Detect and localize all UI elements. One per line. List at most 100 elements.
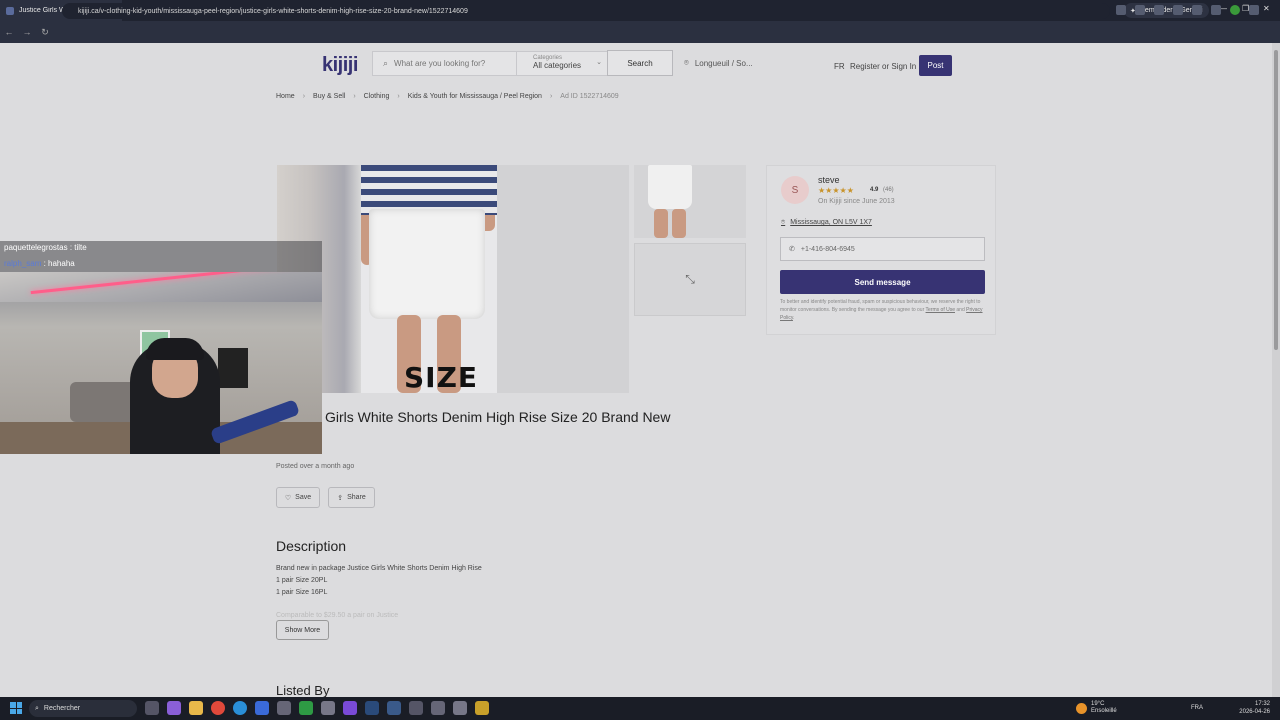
- avatar[interactable]: S: [781, 176, 809, 204]
- heart-icon: ♡: [284, 494, 292, 502]
- main-listing-image[interactable]: SIZE 20PL: [277, 165, 629, 393]
- url-text: kijiji.ca/v-clothing-kid-youth/mississau…: [78, 7, 468, 15]
- rating-value: 4.9: [870, 187, 879, 193]
- seller-location[interactable]: ⌾ Mississauga, ON L5V 1X7: [781, 219, 872, 227]
- weather-desc: Ensoleillé: [1091, 708, 1117, 714]
- app-icon[interactable]: [453, 701, 467, 715]
- file-explorer-icon[interactable]: [189, 701, 203, 715]
- breadcrumb-home[interactable]: Home: [276, 93, 295, 100]
- puzzle-icon[interactable]: [1192, 5, 1202, 15]
- location-selector[interactable]: ⌾ Longueuil / So...: [684, 58, 753, 68]
- chat-text: : tilte: [67, 243, 87, 252]
- clock-date: 2026-04-26: [1239, 709, 1270, 715]
- search-icon: ⌕: [35, 704, 39, 712]
- extension-icon[interactable]: [1173, 5, 1183, 15]
- windows-start-icon[interactable]: [10, 702, 22, 714]
- language-toggle[interactable]: FR: [834, 62, 845, 71]
- search-input[interactable]: [394, 59, 505, 68]
- search-icon: ⌕: [383, 58, 389, 68]
- member-since: On Kijiji since June 2013: [818, 198, 895, 205]
- phone-number-field[interactable]: ✆ +1-416-804-6945: [780, 237, 985, 261]
- phone-number: +1-416-804-6945: [800, 245, 855, 253]
- twitch-icon[interactable]: [343, 701, 357, 715]
- app-icon[interactable]: [387, 701, 401, 715]
- bookmark-star-icon[interactable]: [1154, 5, 1164, 15]
- register-signin-link[interactable]: Register or Sign In: [850, 62, 916, 71]
- taskbar-search[interactable]: ⌕ Rechercher: [29, 700, 137, 717]
- share-icon: ⇪: [337, 494, 344, 502]
- category-select[interactable]: Categories All categories ⌄: [516, 52, 608, 75]
- chrome-icon[interactable]: [211, 701, 225, 715]
- seller-name[interactable]: steve: [818, 175, 840, 185]
- white-shorts: [369, 209, 485, 319]
- striped-shirt: [361, 165, 497, 215]
- copilot-icon[interactable]: [167, 701, 181, 715]
- seller-card: S steve ★★★★★ 4.9 (46) On Kijiji since J…: [766, 165, 996, 335]
- breadcrumb-separator: ›: [353, 93, 356, 100]
- language-indicator[interactable]: FRA: [1191, 705, 1203, 711]
- terms-of-use-link[interactable]: Terms of Use: [926, 307, 955, 313]
- close-window-icon[interactable]: ✕: [1263, 4, 1270, 13]
- gallery-thumbnail[interactable]: [634, 165, 746, 238]
- scrollbar-thumb[interactable]: [1274, 50, 1278, 350]
- edge-icon[interactable]: [233, 701, 247, 715]
- webcam-overlay: [0, 272, 322, 454]
- share-label: Share: [347, 494, 366, 501]
- expand-gallery-button[interactable]: ⤡: [634, 243, 746, 316]
- cast-icon[interactable]: [1135, 5, 1145, 15]
- rating-stars-icon: ★★★★★: [818, 186, 854, 195]
- breadcrumb-ad-id: Ad ID 1522714609: [560, 93, 619, 100]
- shorts-photo: [361, 165, 497, 393]
- app-icon[interactable]: [409, 701, 423, 715]
- chat-message: ralph_sam : hahaha: [4, 259, 75, 268]
- reload-icon[interactable]: ↻: [36, 27, 54, 38]
- description-line: 1 pair Size 16PL: [276, 589, 328, 596]
- weather-temp: 19°C: [1091, 701, 1105, 707]
- taskbar-apps: [145, 701, 489, 715]
- mail-icon[interactable]: [255, 701, 269, 715]
- disclaimer-and: and: [955, 307, 967, 313]
- extension-icons: [1116, 5, 1259, 15]
- show-more-button[interactable]: Show More: [276, 620, 329, 640]
- send-message-button[interactable]: Send message: [780, 270, 985, 294]
- stream-chat-overlay: paquettelegrostas : tilte ralph_sam : ha…: [0, 241, 322, 272]
- message-disclaimer: To better and identify potential fraud, …: [780, 298, 987, 322]
- weather-widget[interactable]: 19°C Ensoleillé: [1076, 701, 1117, 715]
- share-button[interactable]: ⇪ Share: [328, 487, 375, 508]
- breadcrumb-separator: ›: [549, 93, 553, 100]
- breadcrumb-separator: ›: [397, 93, 400, 100]
- store-icon[interactable]: [321, 701, 335, 715]
- post-ad-button[interactable]: Post: [919, 55, 952, 76]
- save-label: Save: [295, 494, 312, 501]
- sidepanel-icon[interactable]: [1211, 5, 1221, 15]
- chat-username: paquettelegrostas: [4, 243, 68, 252]
- settings-gear-icon[interactable]: [277, 701, 291, 715]
- menu-dots-icon[interactable]: [1249, 5, 1259, 15]
- seller-location-text: Mississauga, ON L5V 1X7: [790, 219, 872, 226]
- room-tv: [218, 348, 248, 388]
- posted-date: Posted over a month ago: [276, 463, 355, 470]
- search-button[interactable]: Search: [607, 50, 673, 76]
- app-icon[interactable]: [475, 701, 489, 715]
- chat-message: paquettelegrostas : tilte: [4, 243, 87, 252]
- breadcrumb-separator: ›: [302, 93, 306, 100]
- kijiji-logo[interactable]: kijiji: [322, 54, 358, 77]
- profile-avatar[interactable]: [1230, 5, 1240, 15]
- breadcrumb-clothing[interactable]: Clothing: [364, 93, 390, 100]
- location-text: Longueuil / So...: [694, 58, 753, 68]
- breadcrumb-kids-youth[interactable]: Kids & Youth for Mississauga / Peel Regi…: [408, 93, 542, 100]
- task-view-icon[interactable]: [145, 701, 159, 715]
- forward-icon[interactable]: →: [18, 27, 36, 37]
- back-icon[interactable]: ←: [0, 27, 18, 37]
- xbox-icon[interactable]: [299, 701, 313, 715]
- save-button[interactable]: ♡ Save: [276, 487, 320, 508]
- app-icon[interactable]: [431, 701, 445, 715]
- description-faded-line: Comparable to $29.50 a pair on Justice: [276, 612, 399, 619]
- taskbar-search-label: Rechercher: [43, 705, 81, 712]
- steam-icon[interactable]: [365, 701, 379, 715]
- breadcrumb-buy-sell[interactable]: Buy & Sell: [313, 93, 345, 100]
- translate-icon[interactable]: [1116, 5, 1126, 15]
- chat-text: : hahaha: [41, 259, 75, 268]
- address-bar[interactable]: kijiji.ca/v-clothing-kid-youth/mississau…: [62, 3, 1110, 19]
- taskbar-clock[interactable]: 17:32 2026-04-26: [1236, 700, 1270, 716]
